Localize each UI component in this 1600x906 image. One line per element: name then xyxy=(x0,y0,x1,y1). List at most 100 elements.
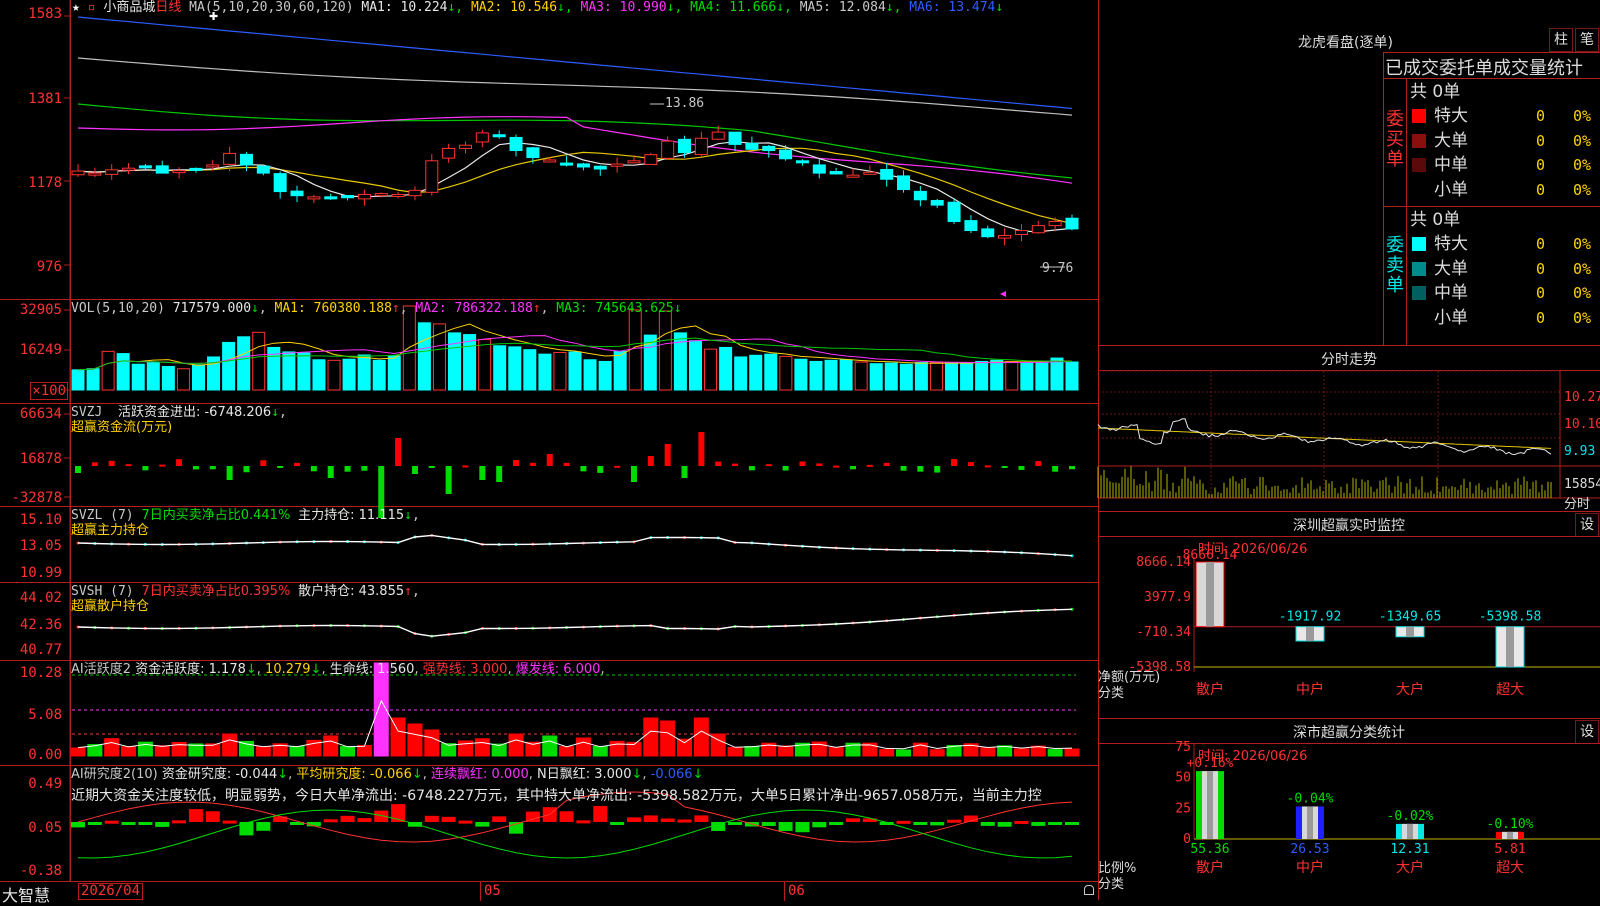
volume-bar xyxy=(869,363,883,391)
research-bar xyxy=(677,819,692,823)
research-bar xyxy=(593,806,608,822)
volume-bar xyxy=(222,341,236,391)
dragon-tiger-panel: 龙虎看盘(逐单) 柱 笔 已成交委托单成交量统计 委买单 委卖单 共 0单 特大 0… xyxy=(1098,0,1600,345)
realtime-monitor-panel[interactable]: 深圳超赢实时监控 设 时间: 2026/06/26 8666.14 3977.9-… xyxy=(1098,512,1600,718)
research-bar xyxy=(913,822,928,825)
tick-mode-button[interactable]: 笔 xyxy=(1575,28,1599,52)
monitor-bar-chart[interactable]: 8666.143977.9-710.34-5398.588666.14散户-19… xyxy=(1098,512,1600,718)
svzj-subtitle: 超赢资金流(万元) xyxy=(71,420,173,435)
svzj-bar xyxy=(243,466,250,473)
svzj-bar xyxy=(664,444,671,466)
order-type: 小单 xyxy=(1434,179,1468,200)
svzj-bar xyxy=(260,460,267,466)
monitor-value-label: -1917.92 xyxy=(1279,610,1342,625)
classify-bar xyxy=(1296,806,1324,839)
svzj-bar xyxy=(395,438,402,466)
order-row: 中单 0 0% xyxy=(1408,153,1600,178)
svzl-pane[interactable]: 15.10 13.05 10.99 SVZL (7) 7日内买卖净占比0.441… xyxy=(0,507,1098,583)
bar-mode-button[interactable]: 柱 xyxy=(1549,28,1573,52)
research-bar xyxy=(71,822,85,828)
candle xyxy=(425,160,439,193)
candle xyxy=(122,167,136,171)
candle xyxy=(442,147,456,159)
stock-name[interactable]: 小商品城 xyxy=(103,0,155,15)
candle xyxy=(88,172,102,176)
ai-activity-value: 资金活跃度: 1.178 xyxy=(135,662,246,677)
activity-bar xyxy=(879,749,895,757)
candle xyxy=(694,137,708,156)
activity-bar xyxy=(474,738,490,757)
candle xyxy=(981,228,995,238)
ai-research-average: 平均研究度: -0.066 xyxy=(296,767,412,782)
volume-bar xyxy=(824,359,838,391)
cursor-marker xyxy=(1000,291,1006,297)
volume-pane[interactable]: 32905 16249 ×100 VOL(5,10,20) 717579.000… xyxy=(0,300,1098,404)
volume-bar xyxy=(779,355,793,391)
research-bar xyxy=(761,822,776,826)
activity-bar xyxy=(222,733,238,757)
candle xyxy=(678,138,692,154)
svzj-bar xyxy=(866,464,873,467)
classify-panel[interactable]: 深市超赢分类统计 设 时间: 2026/06/26 75 50 25 0 +0.16% 5… xyxy=(1098,719,1600,900)
volume-bar xyxy=(613,350,627,391)
research-bar xyxy=(323,819,338,823)
volume-bar xyxy=(237,336,251,391)
classify-bar-chart[interactable]: 7550250+0.16%55.36散户-0.04%26.53中户-0.02%1… xyxy=(1098,719,1600,900)
svzj-pane[interactable]: 66634 16878 -32878 SVZJ 活跃资金进出: -6748.20… xyxy=(0,404,1098,518)
order-percent: 0% xyxy=(1573,308,1592,327)
svsh-title: SVSH (7) xyxy=(71,584,134,599)
research-bar xyxy=(643,815,658,822)
lock-icon[interactable] xyxy=(1084,885,1094,895)
ai-research-pane[interactable]: 0.49 0.05 -0.38 AI研究度2(10) 资金研究度: -0.044… xyxy=(0,766,1098,881)
intraday-chart[interactable] xyxy=(1097,346,1600,511)
star-icon[interactable]: ★ xyxy=(72,0,80,15)
volume-bar xyxy=(101,350,115,391)
research-bar xyxy=(357,818,372,822)
research-bar xyxy=(188,809,203,822)
volume-bar xyxy=(704,348,718,391)
date-label[interactable]: 2026/04 xyxy=(78,883,144,900)
candle xyxy=(745,142,759,150)
research-bar xyxy=(660,818,675,822)
research-bar xyxy=(1048,822,1063,825)
month-label: 05 xyxy=(484,883,501,899)
candle xyxy=(880,168,894,180)
svsh-pane[interactable]: 44.02 42.36 40.77 SVSH (7) 7日内买卖净占比0.395… xyxy=(0,583,1098,661)
intraday-panel[interactable]: 分时走势 10.27 10.10 9.93 15854 分时 xyxy=(1097,346,1600,512)
candle xyxy=(610,163,624,167)
intraday-time-tab[interactable]: 分时 xyxy=(1564,493,1590,512)
svzj-bar xyxy=(833,465,840,468)
svzj-bar xyxy=(209,466,216,470)
candle xyxy=(475,132,489,143)
activity-bar xyxy=(727,746,743,757)
volume-bar xyxy=(990,359,1004,391)
ai-research-message: 近期大资金关注度较低，明显弱势，今日大单净流出: -6748.227万元，其中特… xyxy=(71,788,1042,804)
classify-change-label: -0.02% xyxy=(1387,809,1434,824)
candle xyxy=(1048,221,1062,227)
classify-change-label: +0.16% xyxy=(1187,756,1234,771)
month-label: 06 xyxy=(788,883,805,899)
period-label[interactable]: 日线 xyxy=(155,0,181,15)
svzj-bar xyxy=(344,466,351,472)
research-bar xyxy=(475,822,490,827)
classify-value-label: 55.36 xyxy=(1190,842,1229,857)
candle xyxy=(526,147,540,159)
ai-research-chart[interactable] xyxy=(0,766,1098,881)
activity-bar xyxy=(121,746,137,757)
ai-activity-pane[interactable]: 10.28 5.08 0.00 AI活跃度2 资金活跃度: 1.178↓, 10… xyxy=(0,661,1098,766)
price-pane[interactable]: 1583 1381 1178 976 ★ ▫ 小商品城日线 MA(5,10,20… xyxy=(0,0,1098,300)
classify-category-label: 超大 xyxy=(1496,860,1524,876)
activity-bar xyxy=(424,729,440,757)
research-bar xyxy=(424,815,439,822)
month-divider xyxy=(784,882,785,901)
research-bar xyxy=(340,815,355,822)
classify-axis-label: 25 xyxy=(1175,801,1191,816)
svzj-bar xyxy=(614,465,621,468)
activity-bar xyxy=(542,735,558,757)
svzj-bar xyxy=(934,466,941,473)
svzj-bar xyxy=(226,466,233,480)
candlestick-chart[interactable] xyxy=(0,0,1098,299)
activity-bar xyxy=(154,745,170,757)
order-count: 0 xyxy=(1536,107,1546,125)
svzj-bar xyxy=(159,464,166,467)
